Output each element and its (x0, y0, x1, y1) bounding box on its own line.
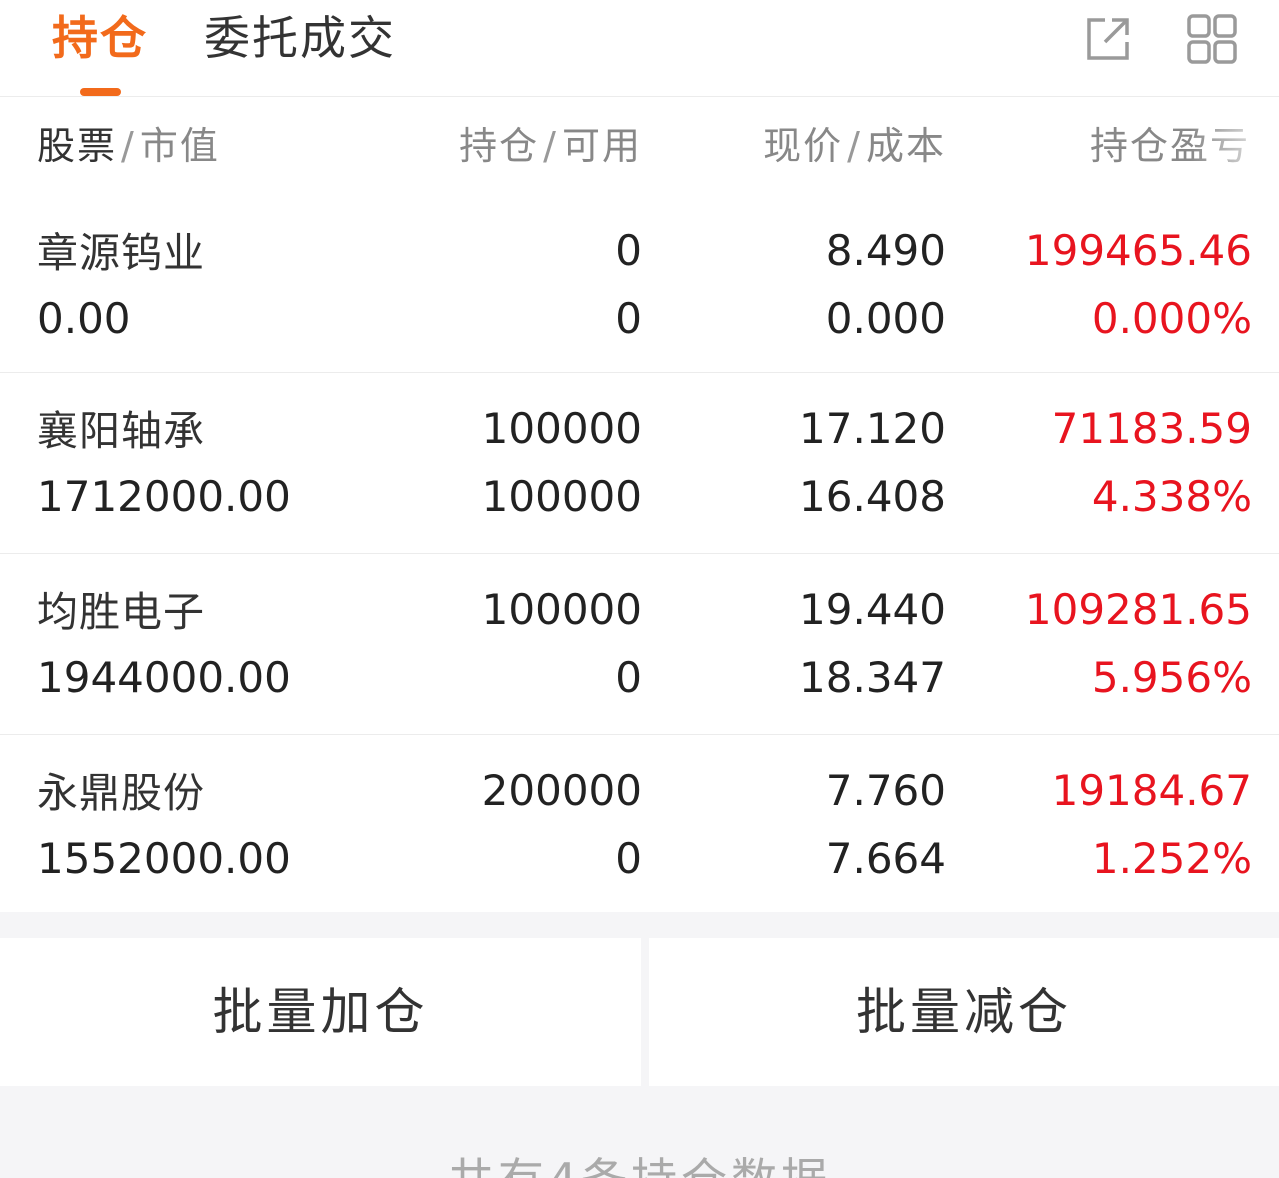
bottom-panel: 批量加仓 批量减仓 共有4条持仓数据 (0, 912, 1279, 1178)
market-value: 1552000.00 (37, 834, 291, 883)
stock-name: 永鼎股份 (37, 769, 205, 817)
table-row[interactable]: 永鼎股份 1552000.00 200000 0 7.760 7.664 191… (0, 735, 1279, 916)
stock-name: 章源钨业 (37, 229, 205, 277)
header-stock-label: 股票 (37, 124, 118, 168)
position-pnl: 199465.46 (1024, 226, 1252, 275)
holdings-list: 章源钨业 0.00 0 0 8.490 0.000 199465.46 0.00… (0, 197, 1279, 916)
position-pnl-percent: 1.252% (1091, 834, 1252, 883)
header-market-value-label: 市值 (139, 124, 220, 168)
header-separator: / (121, 124, 136, 168)
stock-name: 襄阳轴承 (37, 407, 205, 455)
table-row[interactable]: 章源钨业 0.00 0 0 8.490 0.000 199465.46 0.00… (0, 197, 1279, 373)
available-qty: 0 (615, 294, 642, 343)
batch-reduce-position-button[interactable]: 批量减仓 (649, 938, 1279, 1086)
position-pnl-percent: 5.956% (1091, 653, 1252, 702)
share-out-icon[interactable] (1081, 12, 1135, 66)
current-price: 19.440 (799, 585, 946, 634)
table-row[interactable]: 襄阳轴承 1712000.00 100000 100000 17.120 16.… (0, 373, 1279, 554)
available-qty: 0 (615, 653, 642, 702)
position-pnl: 109281.65 (1024, 585, 1252, 634)
cost-price: 18.347 (799, 653, 946, 702)
batch-add-position-button[interactable]: 批量加仓 (0, 938, 641, 1086)
header-separator: / (543, 124, 558, 168)
cost-price: 16.408 (799, 472, 946, 521)
market-value: 0.00 (37, 294, 131, 343)
available-qty: 0 (615, 834, 642, 883)
available-qty: 100000 (481, 472, 642, 521)
header-separator: / (847, 124, 862, 168)
table-header: 股票 / 市值 持仓 / 可用 现价 / 成本 持仓盈亏 (0, 97, 1279, 197)
header-position-available[interactable]: 持仓 / 可用 (380, 121, 642, 171)
position-qty: 100000 (481, 585, 642, 634)
table-row[interactable]: 均胜电子 1944000.00 100000 0 19.440 18.347 1… (0, 554, 1279, 735)
position-pnl-percent: 4.338% (1091, 472, 1252, 521)
current-price: 7.760 (825, 766, 946, 815)
cost-price: 7.664 (825, 834, 946, 883)
header-available-label: 可用 (561, 124, 642, 168)
active-tab-indicator (80, 88, 121, 96)
screen: 持仓 委托成交 股票 / 市值 持仓 / 可用 现价 / 成本 持仓盈亏 章源钨… (0, 0, 1279, 1178)
header-cost-label: 成本 (865, 124, 946, 168)
header-price-label: 现价 (763, 124, 844, 168)
current-price: 17.120 (799, 404, 946, 453)
position-qty: 200000 (481, 766, 642, 815)
current-price: 8.490 (825, 226, 946, 275)
cost-price: 0.000 (825, 294, 946, 343)
header-price-cost[interactable]: 现价 / 成本 (680, 121, 946, 171)
position-qty: 0 (615, 226, 642, 275)
grid-menu-icon[interactable] (1185, 12, 1239, 66)
tab-orders-trades[interactable]: 委托成交 (204, 6, 396, 70)
position-pnl-percent: 0.000% (1091, 294, 1252, 343)
position-qty: 100000 (481, 404, 642, 453)
holdings-count-note: 共有4条持仓数据 (0, 1152, 1279, 1178)
stock-name: 均胜电子 (37, 588, 205, 636)
header-scroll-fade (1190, 97, 1279, 197)
market-value: 1712000.00 (37, 472, 291, 521)
header-position-label: 持仓 (459, 124, 540, 168)
position-pnl: 71183.59 (1051, 404, 1252, 453)
tab-bar: 持仓 委托成交 (0, 0, 1279, 97)
market-value: 1944000.00 (37, 653, 291, 702)
header-stock-value[interactable]: 股票 / 市值 (37, 121, 220, 171)
tab-holdings[interactable]: 持仓 (52, 6, 148, 70)
position-pnl: 19184.67 (1051, 766, 1252, 815)
